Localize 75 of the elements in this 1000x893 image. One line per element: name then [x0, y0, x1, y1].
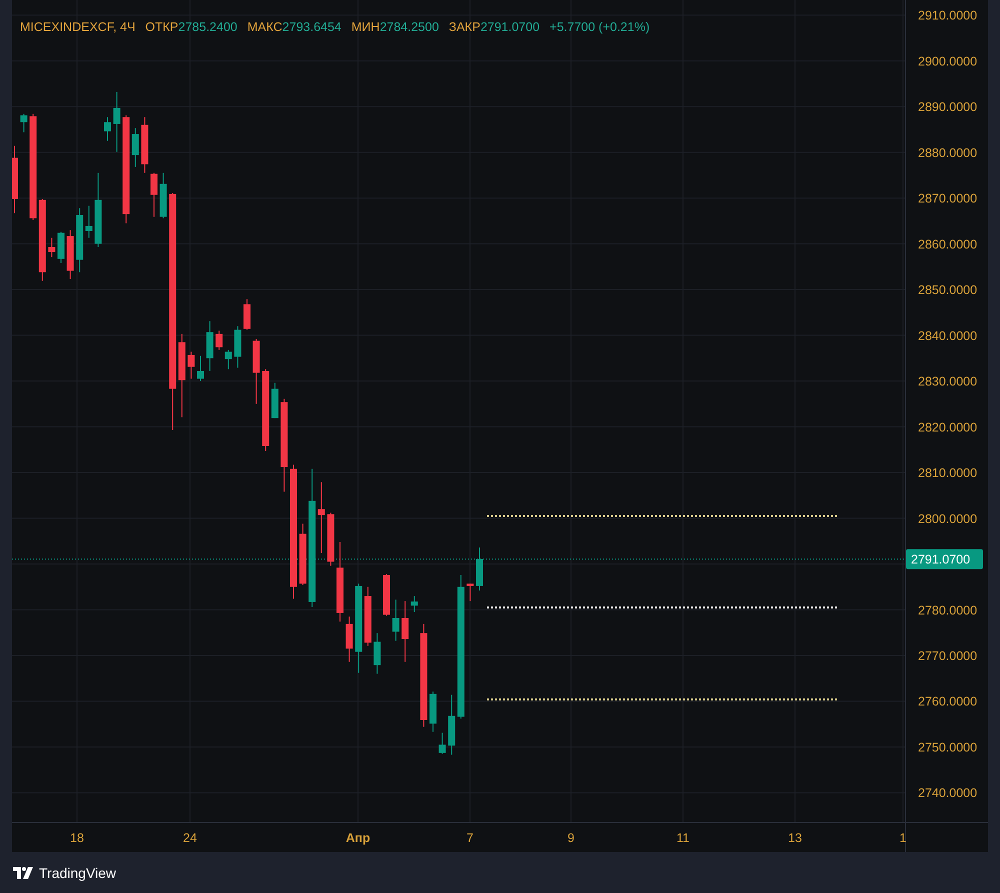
candle — [466, 583, 474, 602]
candle — [85, 205, 92, 238]
price-axis-label: 2760.0000 — [918, 694, 978, 709]
candle — [132, 128, 139, 168]
time-axis-label: 9 — [568, 831, 574, 845]
candle — [476, 547, 483, 592]
candle — [20, 113, 28, 133]
candle — [410, 596, 418, 613]
time-axis-label: 11 — [676, 831, 690, 845]
price-axis-label: 2830.0000 — [918, 374, 978, 389]
legend-value: 2791.0700 — [480, 20, 540, 34]
candle — [234, 326, 242, 368]
candle — [327, 512, 334, 566]
candle — [66, 230, 74, 280]
candle — [197, 355, 204, 382]
price-axis-label: 2810.0000 — [918, 466, 978, 480]
price-axis-label: 2850.0000 — [918, 283, 978, 298]
candle — [12, 145, 18, 214]
candle — [430, 691, 436, 732]
price-level-line[interactable] — [487, 698, 837, 700]
symbol-title[interactable]: MICEXINDEXCF, 4Ч — [20, 20, 136, 34]
candle — [392, 599, 400, 642]
candle — [104, 116, 111, 142]
time-axis-label: 24 — [183, 831, 197, 845]
price-axis-label: 2890.0000 — [918, 100, 978, 114]
legend-label: ЗАКР — [448, 20, 480, 34]
price-axis-label: 2820.0000 — [918, 420, 978, 434]
price-axis-label: 2910.0000 — [918, 8, 978, 23]
price-axis-label: 2740.0000 — [918, 786, 978, 800]
legend-label: МИН — [351, 20, 380, 34]
candle — [188, 351, 195, 380]
legend-label: ОТКР — [145, 20, 178, 34]
price-level-line[interactable] — [487, 514, 837, 517]
candle — [224, 349, 232, 370]
time-axis-label: Апр — [346, 831, 370, 845]
time-axis-label: 13 — [788, 831, 802, 845]
price-axis-label: 2800.0000 — [918, 512, 978, 526]
candle — [206, 320, 214, 372]
legend-value: 2784.2500 — [380, 20, 439, 34]
candle — [150, 172, 158, 218]
candle — [448, 694, 456, 756]
legend-value: 2785.2400 — [178, 20, 238, 34]
price-axis-label: 2900.0000 — [918, 54, 978, 68]
tradingview-logo-icon — [13, 867, 33, 879]
price-axis-label: 2840.0000 — [918, 328, 978, 343]
candle — [252, 338, 260, 404]
price-level-line[interactable] — [487, 606, 837, 608]
candle — [48, 237, 56, 258]
candle — [76, 208, 84, 273]
candle — [438, 732, 446, 754]
brand-name[interactable]: TradingView — [39, 865, 116, 881]
candle — [346, 616, 353, 662]
price-axis-label: 2880.0000 — [918, 146, 978, 160]
time-axis-label: 7 — [466, 831, 474, 845]
legend-value: 2793.6454 — [282, 20, 342, 34]
price-axis-label: 2750.0000 — [918, 740, 978, 754]
candle — [244, 298, 250, 330]
candle — [113, 91, 120, 152]
legend-label: МАКС — [247, 20, 282, 34]
candle — [58, 231, 64, 264]
candle — [364, 586, 372, 646]
price-axis-label: 2870.0000 — [918, 192, 978, 206]
candle — [216, 330, 223, 350]
price-change: +5.7700 (+0.21%) — [550, 20, 650, 34]
time-axis-label: 1 — [900, 831, 906, 845]
price-axis-label: 2770.0000 — [918, 649, 978, 663]
last-price-label: 2791.0700 — [906, 549, 983, 570]
candle — [160, 172, 167, 219]
candle — [383, 574, 390, 616]
candle — [141, 116, 148, 174]
candle — [374, 632, 381, 674]
candle — [402, 600, 409, 662]
time-axis-label: 18 — [70, 831, 84, 845]
price-axis-label: 2860.0000 — [918, 237, 978, 252]
price-axis-label: 2780.0000 — [918, 603, 978, 618]
